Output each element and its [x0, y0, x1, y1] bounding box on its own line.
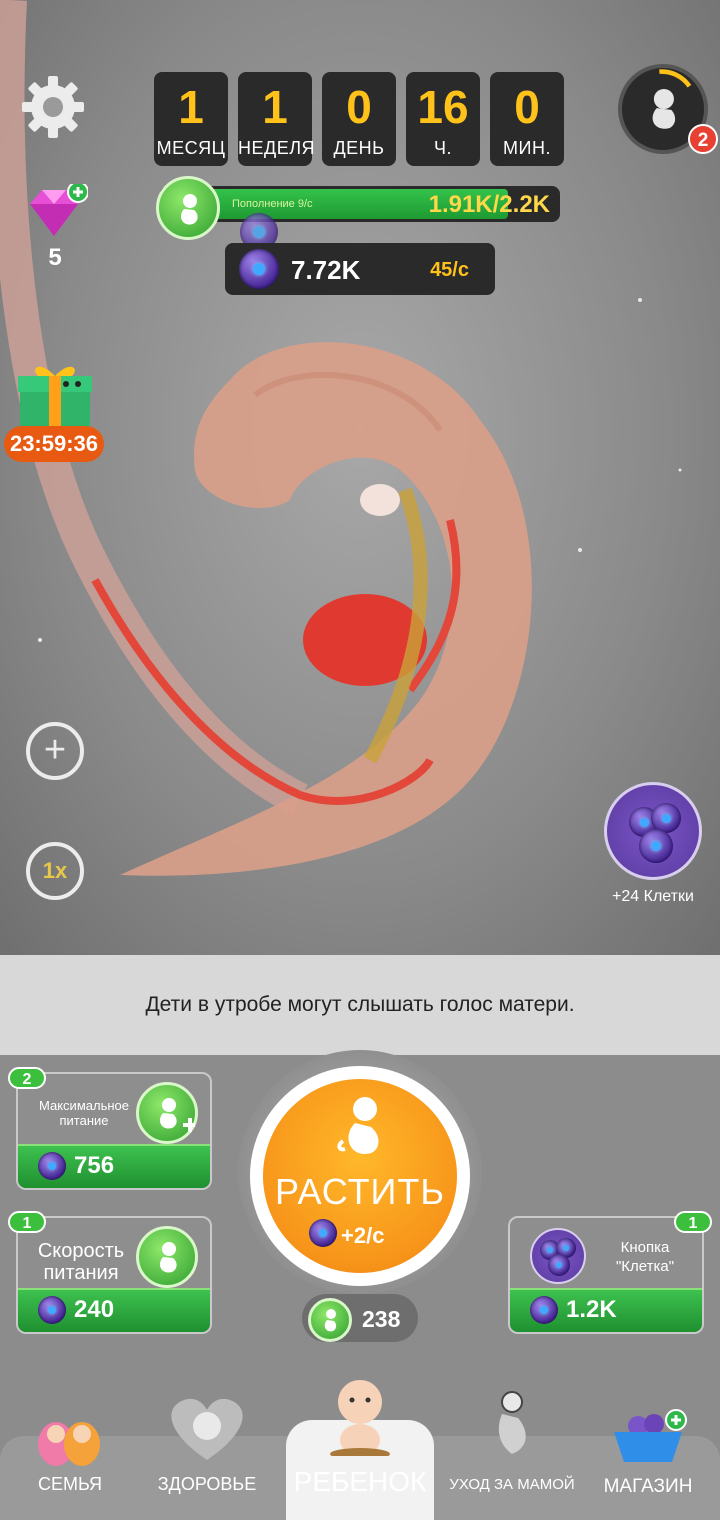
shopping-basket-icon — [614, 1409, 687, 1462]
gift-box-icon[interactable] — [16, 360, 94, 430]
cells-bonus-label: +24 Клетки — [612, 888, 694, 905]
tip-text: Дети в утробе могут слышать голос матери… — [145, 993, 575, 1016]
time-value: 1 — [262, 81, 288, 133]
level-badge: 1 — [674, 1211, 712, 1233]
label-line: Максимальное — [39, 1098, 129, 1113]
embryo-icon — [308, 1298, 352, 1342]
cell-icon — [530, 1296, 558, 1324]
time-minutes: 0 МИН. — [490, 72, 564, 166]
cell-icon — [239, 249, 279, 289]
cells-cluster-icon — [530, 1228, 586, 1284]
tip-banner: Дети в утробе могут слышать голос матери… — [0, 955, 720, 1055]
time-unit: Ч. — [434, 138, 452, 158]
cells-counter: 7.72K 45/с — [225, 243, 495, 295]
cell-icon — [639, 829, 673, 863]
upgrade-label: Кнопка "Клетка" — [600, 1238, 690, 1276]
label-line: "Клетка" — [615, 1258, 675, 1275]
zoom-in-button[interactable]: + — [26, 722, 84, 780]
time-hours: 16 Ч. — [406, 72, 480, 166]
nav-family[interactable]: СЕМЬЯ — [20, 1404, 120, 1520]
time-value: 1 — [178, 81, 204, 133]
upgrade-label: Скорость питания — [26, 1240, 136, 1284]
gem-icon[interactable] — [22, 181, 89, 244]
heart-baby-icon — [171, 1398, 243, 1460]
time-value: 0 — [514, 81, 540, 133]
nav-label: РЕБЕНОК — [293, 1466, 427, 1497]
cell-icon — [38, 1296, 66, 1324]
price-value: 756 — [74, 1152, 115, 1179]
nutrition-value: 1.91K/2.2K — [428, 191, 550, 218]
nav-label: СЕМЬЯ — [37, 1474, 102, 1494]
settings-gear-icon[interactable] — [20, 74, 86, 140]
time-unit: НЕДЕЛЯ — [238, 138, 316, 158]
nav-mom-care[interactable]: УХОД ЗА МАМОЙ — [446, 1388, 578, 1520]
time-value: 0 — [346, 81, 372, 133]
label-line: питания — [43, 1262, 119, 1284]
speed-label: 1x — [42, 858, 68, 883]
baby-icon — [330, 1380, 390, 1456]
cells-bonus-button[interactable] — [604, 782, 702, 880]
cells-value: 7.72K — [291, 255, 361, 285]
time-unit: МИН. — [503, 138, 551, 158]
upgrade-max-nutrition-card[interactable]: Максимальное питание 756 — [16, 1072, 212, 1190]
nutrition-rate: Пополнение 9/с — [232, 198, 313, 210]
level-badge: 2 — [8, 1067, 46, 1089]
nav-health[interactable]: ЗДОРОВЬЕ — [148, 1394, 266, 1520]
grow-rate: +2/с — [341, 1223, 385, 1248]
twins-icon — [38, 1422, 100, 1466]
nav-child[interactable]: РЕБЕНОК — [286, 1376, 434, 1520]
nutrition-progress-bar: Пополнение 9/с 1.91K/2.2K — [160, 186, 560, 222]
nutrition-embryo-icon — [156, 176, 220, 240]
time-months: 1 МЕСЯЦ — [154, 72, 228, 166]
nav-label: МАГАЗИН — [603, 1476, 693, 1497]
cells-rate: 45/с — [430, 259, 469, 281]
grow-label: РАСТИТЬ — [274, 1171, 446, 1212]
nav-label: ЗДОРОВЬЕ — [157, 1474, 257, 1494]
time-unit: МЕСЯЦ — [156, 138, 226, 158]
level-badge: 1 — [8, 1211, 46, 1233]
gift-timer: 23:59:36 — [4, 426, 104, 462]
upgrade-nutrition-speed-card[interactable]: Скорость питания 240 — [16, 1216, 212, 1334]
speed-button[interactable]: 1x — [26, 842, 84, 900]
upgrade-price: 240 — [18, 1288, 210, 1332]
price-value: 240 — [74, 1296, 115, 1323]
time-days: 0 ДЕНЬ — [322, 72, 396, 166]
upgrade-cell-button-card[interactable]: Кнопка "Клетка" 1.2K — [508, 1216, 704, 1334]
nav-label: УХОД ЗА МАМОЙ — [449, 1476, 575, 1493]
upgrade-label: Максимальное питание — [24, 1098, 144, 1128]
cell-icon — [309, 1219, 337, 1247]
cell-icon — [548, 1254, 570, 1276]
embryo-plus-icon — [136, 1082, 198, 1144]
time-value: 16 — [417, 81, 469, 133]
time-weeks: 1 НЕДЕЛЯ — [238, 72, 316, 166]
cell-icon — [38, 1152, 66, 1180]
price-value: 1.2K — [566, 1296, 617, 1323]
upgrade-price: 1.2K — [510, 1288, 702, 1332]
grow-count: 238 — [362, 1306, 401, 1332]
grow-button[interactable]: РАСТИТЬ +2/с — [263, 1079, 457, 1273]
label-line: питание — [59, 1113, 109, 1128]
upgrade-price: 756 — [18, 1144, 210, 1188]
time-unit: ДЕНЬ — [333, 138, 385, 158]
label-line: Скорость — [37, 1240, 125, 1262]
grow-count-pill: 238 — [302, 1294, 418, 1342]
label-line: Кнопка — [620, 1239, 670, 1256]
gem-count: 5 — [48, 244, 62, 271]
notification-badge: 2 — [688, 124, 718, 154]
pregnant-mom-icon — [498, 1391, 526, 1454]
embryo-icon — [136, 1226, 198, 1288]
nav-shop[interactable]: МАГАЗИН — [592, 1408, 704, 1520]
